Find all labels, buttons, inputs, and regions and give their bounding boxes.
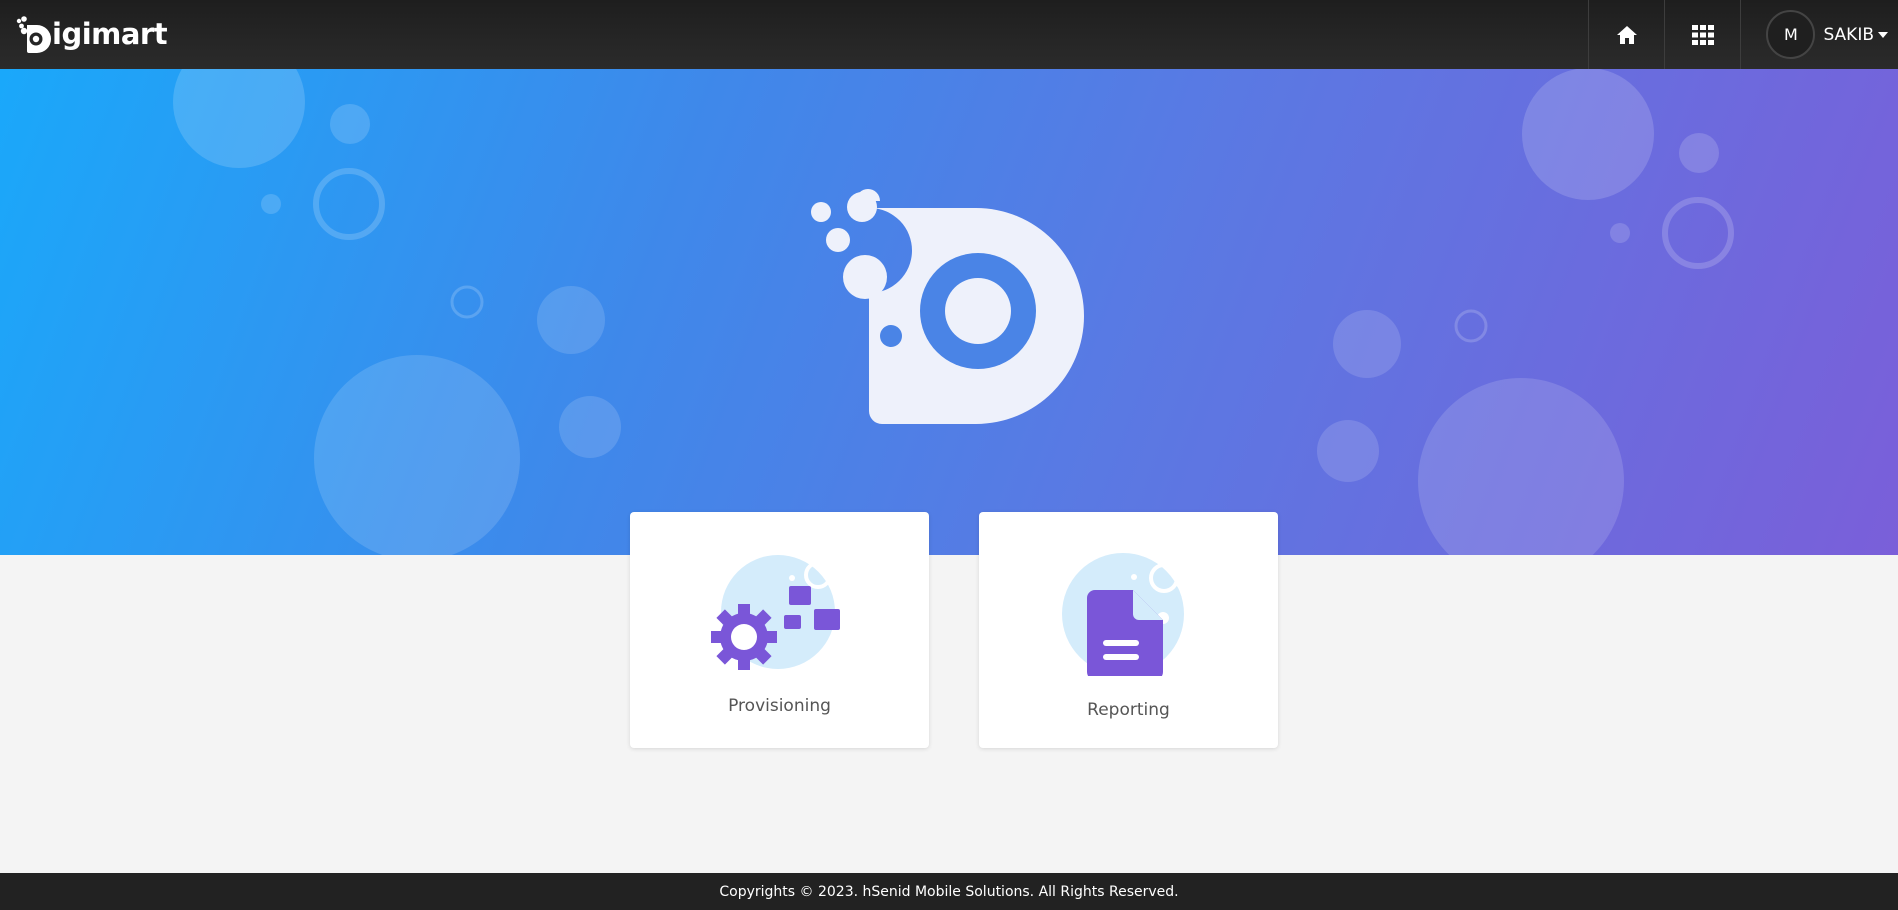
hero-logo [811,189,1084,424]
reporting-card[interactable]: Reporting [979,512,1278,748]
footer: Copyrights © 2023. hSenid Mobile Solutio… [0,873,1898,910]
home-button[interactable] [1588,0,1664,69]
hero-banner [0,69,1898,555]
nav-actions: M SAKIB [1588,0,1898,69]
provisioning-label: Provisioning [728,696,831,716]
reporting-document-icon [1061,553,1188,676]
user-name: SAKIB [1823,24,1874,45]
home-icon [1616,25,1637,44]
decorative-bubbles-left [173,69,621,555]
hero-decoration [173,69,1734,555]
copyright-text: Copyrights © 2023. hSenid Mobile Solutio… [719,883,1179,900]
digimart-logo-icon [16,15,51,53]
provisioning-card[interactable]: Provisioning [630,512,929,748]
top-navbar: igimart M SAKIB [0,0,1898,69]
brand-name: igimart [52,17,168,51]
brand-logo-link[interactable]: igimart [0,0,168,69]
caret-down-icon [1878,31,1888,38]
decorative-bubbles-right [1317,69,1734,555]
avatar: M [1766,10,1816,59]
apps-menu-button[interactable] [1664,0,1740,69]
avatar-initial: M [1784,25,1798,44]
provisioning-gear-icon [710,555,840,670]
user-menu-dropdown[interactable]: M SAKIB [1740,0,1898,69]
apps-grid-icon [1691,24,1714,45]
reporting-label: Reporting [1087,700,1170,720]
module-cards: Provisioning Reporting [630,512,1278,748]
